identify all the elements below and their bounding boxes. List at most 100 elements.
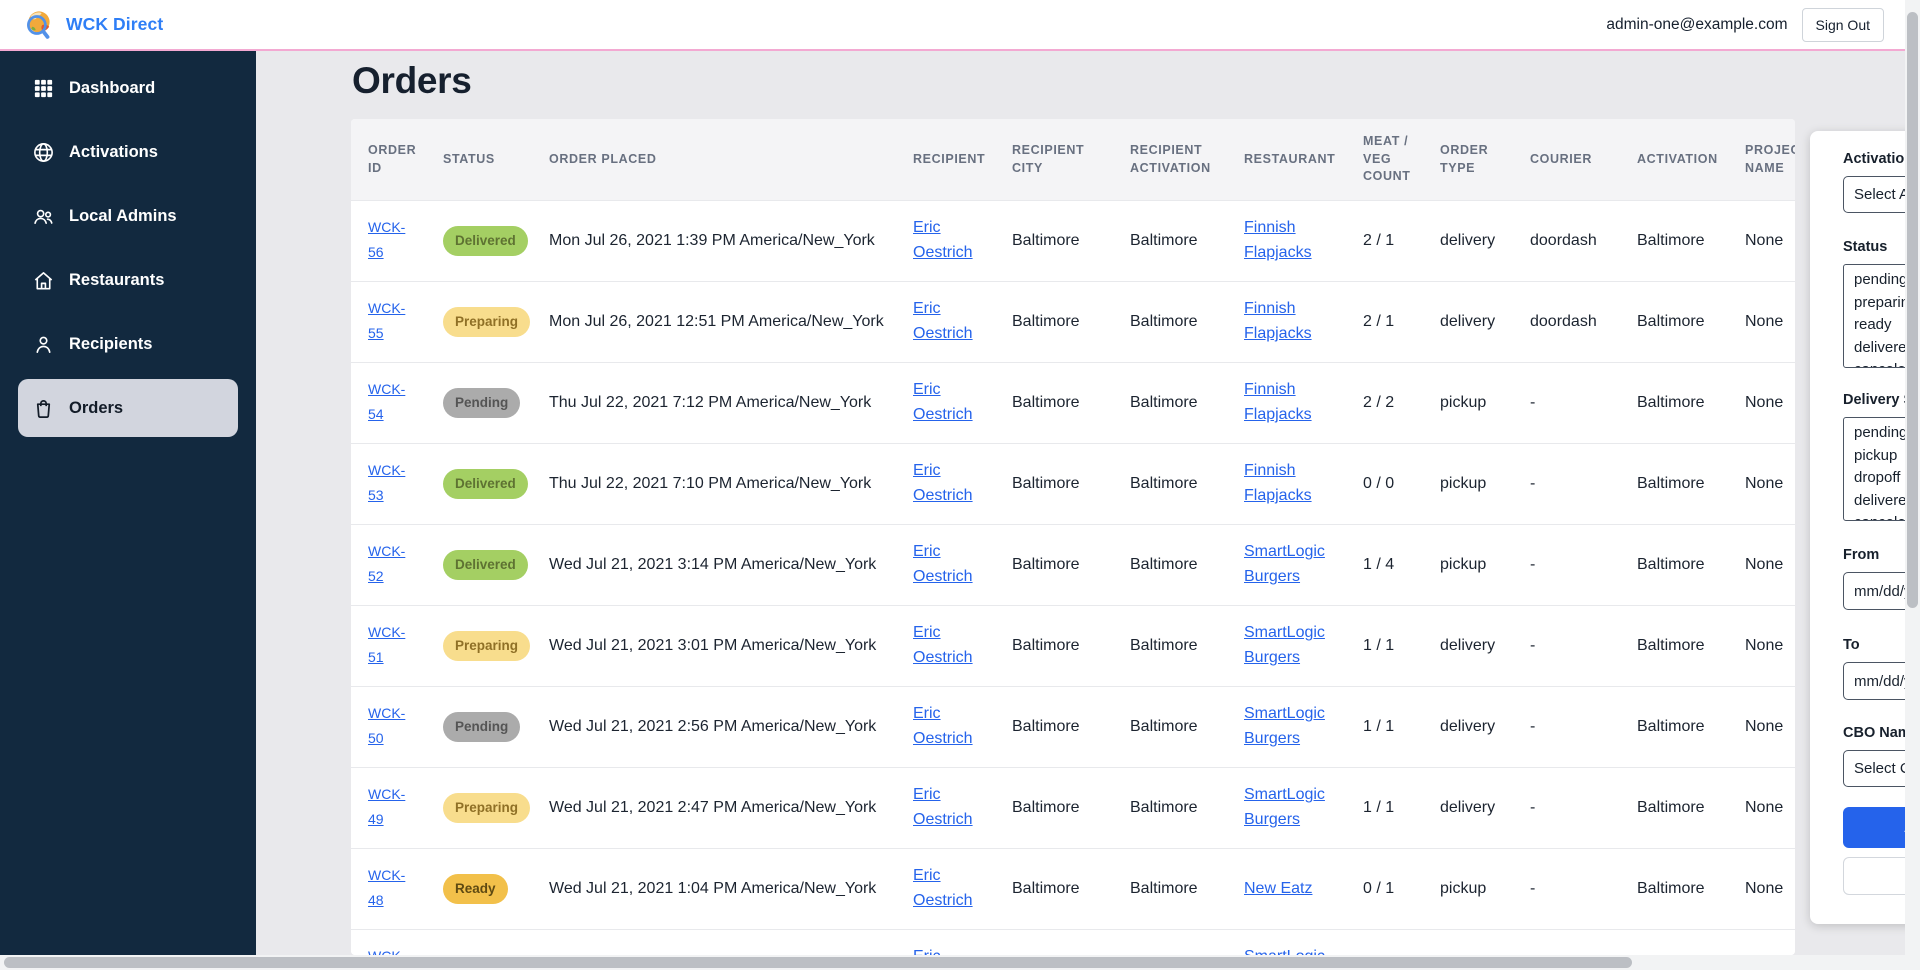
cell-order-type: pickup: [1440, 391, 1530, 416]
sidebar-item-activations[interactable]: Activations: [18, 123, 238, 181]
table-row: WCK-54 Pending Thu Jul 22, 2021 7:12 PM …: [351, 362, 1795, 443]
sidebar-item-local-admins[interactable]: Local Admins: [18, 187, 238, 245]
cell-project-name: None: [1745, 877, 1795, 902]
table-row: WCK-53 Delivered Thu Jul 22, 2021 7:10 P…: [351, 443, 1795, 524]
cell-meat-veg-count: 2 / 1: [1363, 310, 1440, 335]
sidebar-item-label: Activations: [69, 143, 158, 162]
restaurant-link[interactable]: SmartLogic Burgers: [1244, 624, 1325, 666]
recipient-link[interactable]: Eric Oestrich: [913, 948, 973, 955]
cell-recipient-activation: Baltimore: [1130, 796, 1244, 821]
horizontal-scrollbar[interactable]: [0, 955, 1920, 970]
cell-project-name: None: [1745, 310, 1795, 335]
cell-project-name: None: [1745, 391, 1795, 416]
sidebar-item-orders[interactable]: Orders: [18, 379, 238, 437]
horizontal-scrollbar-thumb[interactable]: [4, 957, 1632, 968]
cell-project-name: None: [1745, 229, 1795, 254]
sidebar: Dashboard Activations Local Admins Resta…: [0, 51, 256, 955]
recipient-link[interactable]: Eric Oestrich: [913, 624, 973, 666]
order-id-link[interactable]: WCK-53: [368, 462, 405, 503]
recipient-link[interactable]: Eric Oestrich: [913, 705, 973, 747]
restaurant-link[interactable]: Finnish Flapjacks: [1244, 381, 1312, 423]
vertical-scrollbar-thumb[interactable]: [1907, 12, 1918, 608]
cell-recipient-city: Baltimore: [1012, 877, 1130, 902]
recipient-link[interactable]: Eric Oestrich: [913, 300, 973, 342]
cell-recipient-activation: Baltimore: [1130, 229, 1244, 254]
status-badge: Delivered: [443, 226, 528, 257]
sidebar-item-recipients[interactable]: Recipients: [18, 315, 238, 373]
table-row: WCK-50 Pending Wed Jul 21, 2021 2:56 PM …: [351, 686, 1795, 767]
column-header: STATUS: [443, 151, 549, 169]
table-row: WCK-51 Preparing Wed Jul 21, 2021 3:01 P…: [351, 605, 1795, 686]
vertical-scrollbar[interactable]: [1905, 0, 1920, 970]
table-row: WCK-55 Preparing Mon Jul 26, 2021 12:51 …: [351, 281, 1795, 362]
user-email: admin-one@example.com: [1606, 16, 1787, 34]
recipient-link[interactable]: Eric Oestrich: [913, 543, 973, 585]
recipient-link[interactable]: Eric Oestrich: [913, 219, 973, 261]
cell-order-placed: Thu Jul 22, 2021 7:10 PM America/New_Yor…: [549, 472, 913, 497]
restaurant-link[interactable]: SmartLogic Burgers: [1244, 786, 1325, 828]
cell-recipient-city: Baltimore: [1012, 553, 1130, 578]
order-id-link[interactable]: WCK-48: [368, 867, 405, 908]
order-id-link[interactable]: WCK-49: [368, 786, 405, 827]
cell-recipient-activation: Baltimore: [1130, 391, 1244, 416]
cell-recipient-city: Baltimore: [1012, 310, 1130, 335]
restaurant-link[interactable]: Finnish Flapjacks: [1244, 462, 1312, 504]
cell-project-name: None: [1745, 553, 1795, 578]
order-id-link[interactable]: WCK-55: [368, 300, 405, 341]
restaurant-link[interactable]: Finnish Flapjacks: [1244, 300, 1312, 342]
order-id-link[interactable]: WCK-51: [368, 624, 405, 665]
cell-activation: Baltimore: [1637, 391, 1745, 416]
cell-courier: doordash: [1530, 229, 1637, 254]
column-header: RECIPIENT: [913, 151, 1012, 169]
sign-out-button[interactable]: Sign Out: [1802, 8, 1884, 42]
recipient-link[interactable]: Eric Oestrich: [913, 381, 973, 423]
restaurant-link[interactable]: SmartLogic Burgers: [1244, 948, 1325, 955]
cell-recipient-city: Baltimore: [1012, 472, 1130, 497]
cell-courier: -: [1530, 796, 1637, 821]
cell-courier: -: [1530, 715, 1637, 740]
cell-meat-veg-count: 2 / 1: [1363, 229, 1440, 254]
cell-meat-veg-count: 0 / 0: [1363, 472, 1440, 497]
table-row: WCK-52 Delivered Wed Jul 21, 2021 3:14 P…: [351, 524, 1795, 605]
restaurant-link[interactable]: SmartLogic Burgers: [1244, 705, 1325, 747]
recipient-link[interactable]: Eric Oestrich: [913, 462, 973, 504]
person-icon: [31, 332, 55, 356]
cell-activation: Baltimore: [1637, 877, 1745, 902]
cell-recipient-city: Baltimore: [1012, 796, 1130, 821]
recipient-link[interactable]: Eric Oestrich: [913, 786, 973, 828]
order-id-link[interactable]: WCK-50: [368, 705, 405, 746]
cell-order-type: pickup: [1440, 553, 1530, 578]
order-id-link[interactable]: WCK-54: [368, 381, 405, 422]
cell-order-placed: Wed Jul 21, 2021 3:01 PM America/New_Yor…: [549, 634, 913, 659]
status-badge: Delivered: [443, 469, 528, 500]
status-badge: Preparing: [443, 631, 530, 662]
sidebar-item-dashboard[interactable]: Dashboard: [18, 59, 238, 117]
cell-order-placed: Thu Jul 22, 2021 7:12 PM America/New_Yor…: [549, 391, 913, 416]
cell-recipient-activation: Baltimore: [1130, 472, 1244, 497]
cell-order-type: delivery: [1440, 796, 1530, 821]
cell-courier: -: [1530, 472, 1637, 497]
sidebar-item-restaurants[interactable]: Restaurants: [18, 251, 238, 309]
cell-recipient-city: Baltimore: [1012, 229, 1130, 254]
brand-name[interactable]: WCK Direct: [66, 14, 163, 35]
column-header: RESTAURANT: [1244, 151, 1363, 169]
recipient-link[interactable]: Eric Oestrich: [913, 867, 973, 909]
restaurant-link[interactable]: SmartLogic Burgers: [1244, 543, 1325, 585]
order-id-link[interactable]: WCK-52: [368, 543, 405, 584]
order-id-link[interactable]: WCK-56: [368, 219, 405, 260]
cell-project-name: None: [1745, 472, 1795, 497]
users-icon: [31, 204, 55, 228]
cell-project-name: None: [1745, 634, 1795, 659]
column-header: ORDER PLACED: [549, 151, 913, 169]
cell-order-placed: Wed Jul 21, 2021 3:14 PM America/New_Yor…: [549, 553, 913, 578]
cell-courier: -: [1530, 634, 1637, 659]
cell-order-placed: Wed Jul 21, 2021 2:47 PM America/New_Yor…: [549, 796, 913, 821]
sidebar-item-label: Recipients: [69, 335, 152, 354]
restaurant-link[interactable]: Finnish Flapjacks: [1244, 219, 1312, 261]
restaurant-link[interactable]: New Eatz: [1244, 880, 1312, 897]
order-id-link[interactable]: WCK-47: [368, 948, 405, 955]
home-icon: [31, 268, 55, 292]
cell-meat-veg-count: 1 / 1: [1363, 796, 1440, 821]
sidebar-item-label: Orders: [69, 399, 123, 418]
column-header: ORDER ID: [368, 142, 443, 177]
